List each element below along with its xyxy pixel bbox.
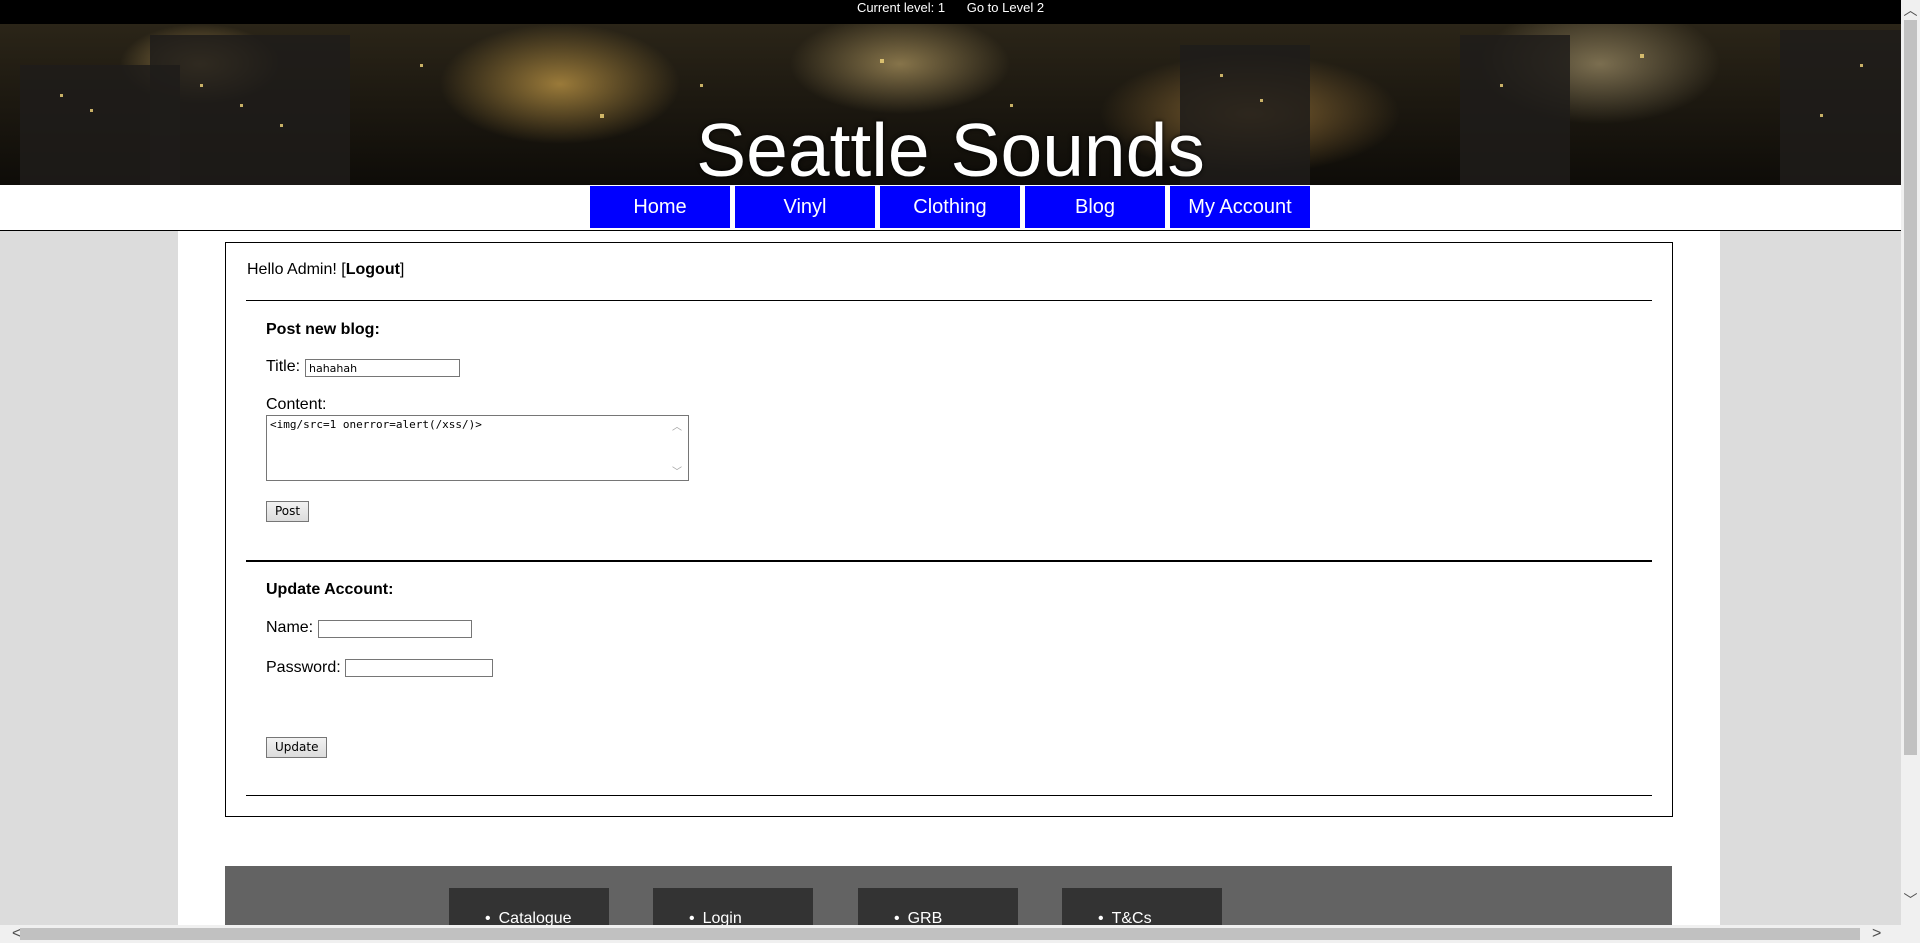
update-button[interactable]: Update bbox=[266, 737, 328, 758]
vertical-scroll-thumb[interactable] bbox=[1904, 20, 1917, 755]
scroll-up-icon[interactable]: ︿ bbox=[1901, 0, 1920, 20]
next-level-link[interactable]: Go to Level 2 bbox=[967, 0, 1044, 15]
textarea-scrollbar[interactable]: ︿ ﹀ bbox=[672, 418, 686, 478]
nav-vinyl[interactable]: Vinyl bbox=[735, 186, 875, 228]
divider bbox=[246, 300, 1652, 301]
greeting-text: Hello Admin! [ bbox=[247, 261, 346, 278]
main-nav: Home Vinyl Clothing Blog My Account bbox=[590, 186, 1310, 230]
name-label: Name: bbox=[266, 619, 314, 636]
nav-home[interactable]: Home bbox=[590, 186, 730, 228]
divider bbox=[246, 560, 1652, 562]
logout-link[interactable]: Logout bbox=[346, 261, 400, 278]
nav-clothing[interactable]: Clothing bbox=[880, 186, 1020, 228]
nav-my-account[interactable]: My Account bbox=[1170, 186, 1310, 228]
account-panel: Hello Admin! [Logout] Post new blog: Tit… bbox=[225, 242, 1673, 817]
greeting-end: ] bbox=[399, 261, 405, 278]
password-input[interactable] bbox=[345, 659, 493, 677]
password-label: Password: bbox=[266, 659, 341, 676]
chevron-down-icon[interactable]: ﹀ bbox=[672, 463, 682, 478]
vertical-scrollbar[interactable]: ︿ ﹀ bbox=[1901, 0, 1920, 925]
title-label: Title: bbox=[266, 358, 301, 375]
content-label: Content: bbox=[266, 396, 327, 413]
nav-blog[interactable]: Blog bbox=[1025, 186, 1165, 228]
content-value: <img/src=1 onerror=alert(/xss/)> bbox=[270, 418, 482, 431]
level-bar: Current level: 1 Go to Level 2 bbox=[0, 0, 1901, 24]
post-blog-heading: Post new blog: bbox=[266, 321, 380, 338]
title-input[interactable]: hahahah bbox=[305, 359, 460, 377]
horizontal-scroll-thumb[interactable] bbox=[20, 928, 1860, 940]
right-gutter bbox=[1720, 231, 1901, 943]
divider bbox=[246, 795, 1652, 796]
content-textarea[interactable]: <img/src=1 onerror=alert(/xss/)> ︿ ﹀ bbox=[266, 415, 689, 481]
horizontal-scrollbar[interactable]: < > bbox=[0, 925, 1920, 943]
nav-divider bbox=[0, 230, 1901, 231]
left-gutter bbox=[0, 231, 178, 943]
site-title: Seattle Sounds bbox=[696, 108, 1205, 192]
current-level-text: Current level: 1 bbox=[856, 0, 946, 15]
update-account-heading: Update Account: bbox=[266, 581, 394, 598]
greeting: Hello Admin! [Logout] bbox=[247, 261, 404, 279]
name-input[interactable] bbox=[318, 620, 472, 638]
scroll-right-icon[interactable]: > bbox=[1872, 925, 1881, 943]
scroll-down-icon[interactable]: ﹀ bbox=[1901, 890, 1920, 910]
chevron-up-icon[interactable]: ︿ bbox=[672, 418, 682, 433]
post-button[interactable]: Post bbox=[266, 501, 310, 522]
